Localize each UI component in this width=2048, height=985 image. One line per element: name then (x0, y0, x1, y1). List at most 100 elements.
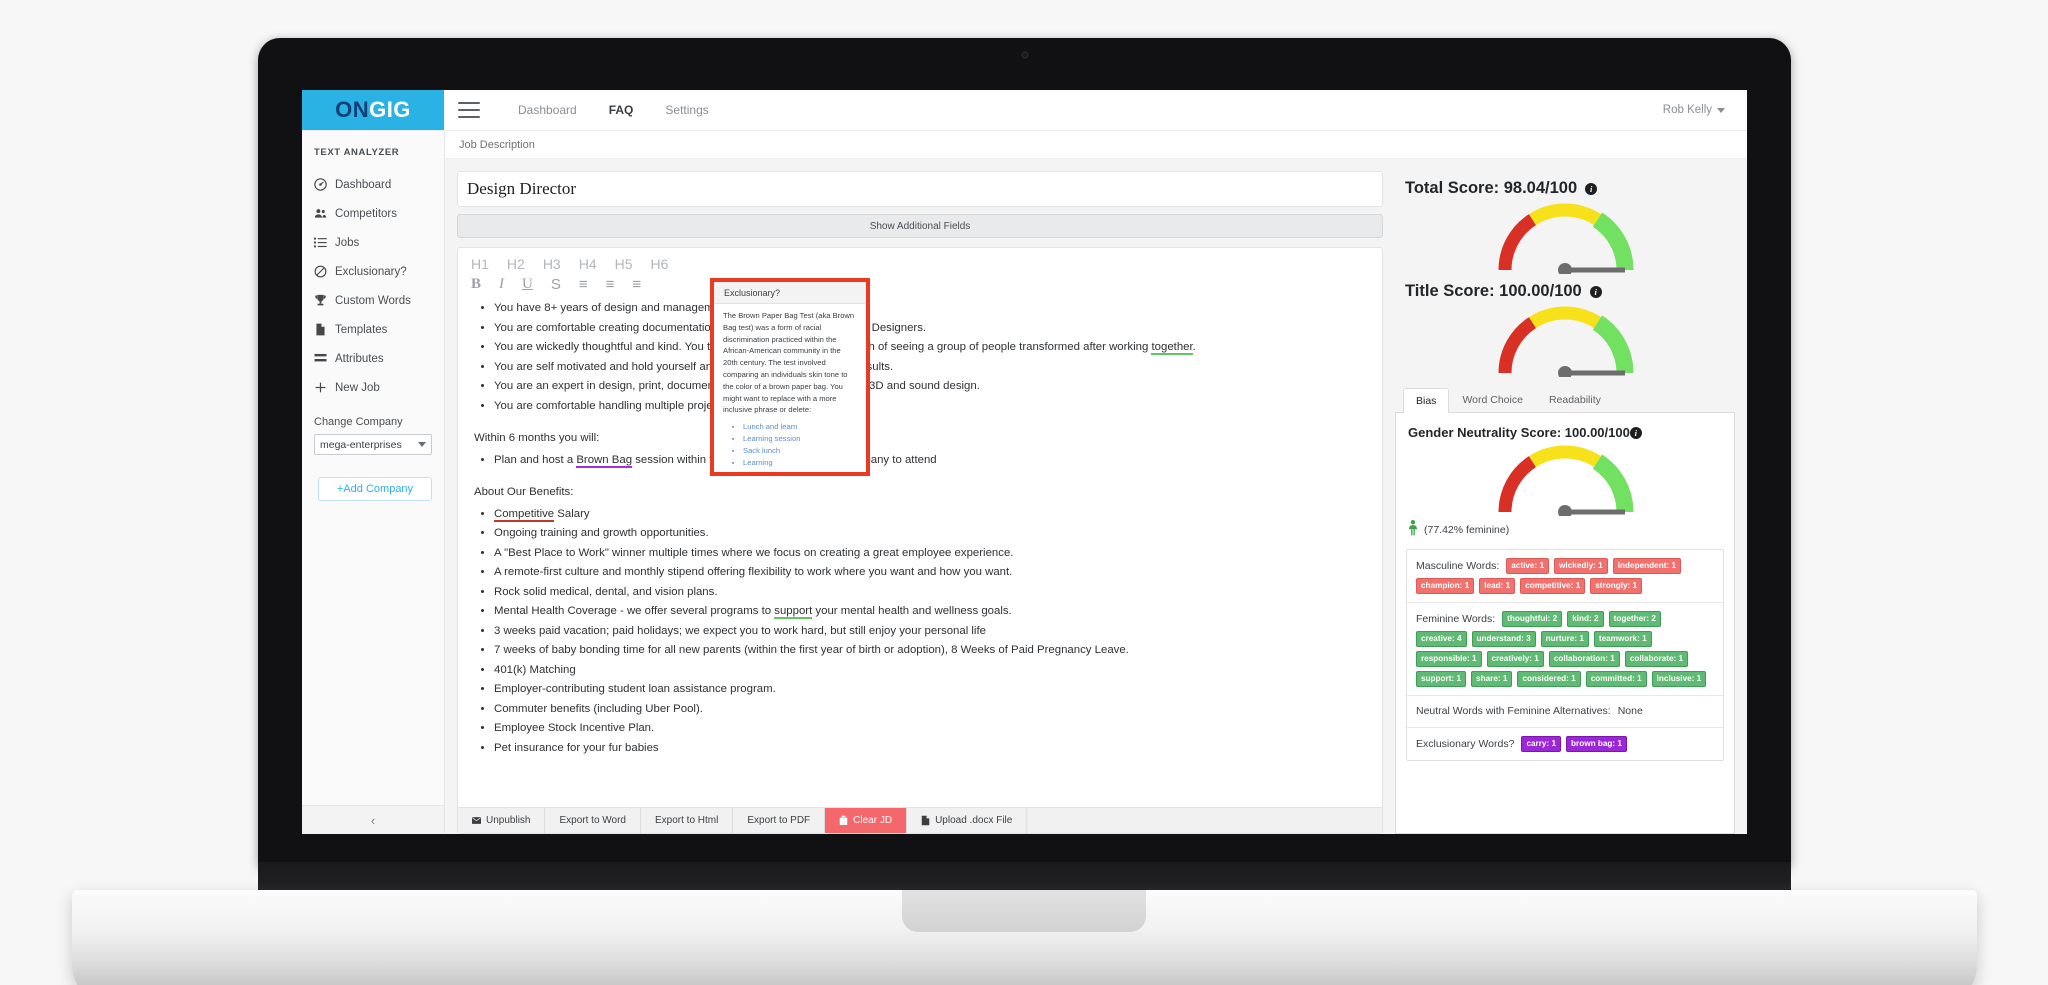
sidebar-item-competitors[interactable]: Competitors (302, 199, 444, 228)
highlighted-word-brown-bag[interactable]: Brown Bag (576, 453, 633, 468)
sidebar-item-jobs[interactable]: Jobs (302, 228, 444, 257)
company-select[interactable]: mega-enterprises (314, 434, 432, 455)
feminine-word-tag[interactable]: share: 1 (1471, 671, 1513, 687)
tooltip-suggestion[interactable]: Sack lunch (743, 445, 857, 457)
h6-button[interactable]: H6 (651, 256, 669, 272)
envelope-icon (472, 815, 481, 826)
h4-button[interactable]: H4 (579, 256, 597, 272)
align-left-button[interactable]: ≡ (579, 276, 588, 293)
highlighted-word-competitive[interactable]: Competitive (494, 507, 555, 522)
sidebar-item-custom-words[interactable]: Custom Words (302, 286, 444, 315)
align-right-button[interactable]: ≡ (632, 276, 641, 293)
topnav-item-dashboard[interactable]: Dashboard (502, 103, 593, 117)
sidebar-item-dashboard[interactable]: Dashboard (302, 170, 444, 199)
tooltip-suggestion[interactable]: Learning session (743, 433, 857, 445)
masculine-word-tag[interactable]: competitive: 1 (1520, 578, 1586, 594)
masculine-word-tag[interactable]: independent: 1 (1612, 558, 1681, 574)
feminine-word-tag[interactable]: committed: 1 (1585, 671, 1647, 687)
highlighted-word-together[interactable]: together (1151, 341, 1193, 355)
no-entry-icon (314, 265, 327, 278)
info-icon[interactable]: i (1585, 182, 1598, 195)
h3-button[interactable]: H3 (543, 256, 561, 272)
jd-editor: H1 H2 H3 H4 H5 H6 B I U S ≡ ≡ ≡ • You ha… (457, 247, 1383, 834)
total-score-label: Total Score: 98.04/100 (1405, 179, 1578, 197)
list-item: 3 weeks paid vacation; paid holidays; we… (494, 622, 1366, 642)
h1-button[interactable]: H1 (471, 256, 489, 272)
feminine-word-tag[interactable]: inclusive: 1 (1651, 671, 1707, 687)
feminine-word-tag[interactable]: support: 1 (1416, 671, 1467, 687)
feminine-words-section: Feminine Words: thoughtful: 2 kind: 2 to… (1407, 603, 1723, 696)
list-item: Pet insurance for your fur babies (494, 739, 1366, 759)
show-additional-fields-button[interactable]: Show Additional Fields (457, 214, 1383, 238)
total-score-gauge (1395, 200, 1735, 274)
feminine-word-tag[interactable]: understand: 3 (1471, 631, 1536, 647)
h5-button[interactable]: H5 (615, 256, 633, 272)
bold-button[interactable]: B (471, 276, 481, 293)
benefit-post: Salary (554, 507, 590, 520)
feminine-word-tag[interactable]: responsible: 1 (1416, 651, 1482, 667)
feminine-word-tag[interactable]: together: 2 (1608, 611, 1661, 627)
sidebar-item-exclusionary[interactable]: Exclusionary? (302, 257, 444, 286)
strikethrough-button[interactable]: S (551, 276, 561, 293)
bias-panel: Gender Neutrality Score: 100.00/100 i (7… (1395, 413, 1735, 834)
feminine-word-tag[interactable]: creative: 4 (1416, 631, 1467, 647)
tab-readability[interactable]: Readability (1536, 387, 1614, 412)
feminine-word-tag[interactable]: nurture: 1 (1540, 631, 1589, 647)
h2-button[interactable]: H2 (507, 256, 525, 272)
unpublish-button[interactable]: Unpublish (458, 808, 546, 833)
info-icon[interactable]: i (1629, 426, 1642, 439)
feminine-word-tag[interactable]: kind: 2 (1567, 611, 1604, 627)
highlighted-word-support[interactable]: support (774, 605, 813, 619)
italic-button[interactable]: I (499, 276, 504, 293)
feminine-word-tag[interactable]: creatively: 1 (1486, 651, 1544, 667)
list-item: You are comfortable creating documentati… (494, 319, 1366, 339)
laptop-bezel (258, 38, 1791, 68)
align-center-button[interactable]: ≡ (606, 276, 615, 293)
exclusionary-word-tag[interactable]: carry: 1 (1521, 736, 1562, 752)
clear-jd-button[interactable]: Clear JD (825, 808, 908, 833)
feminine-word-tag[interactable]: considered: 1 (1517, 671, 1581, 687)
upload-docx-button[interactable]: Upload .docx File (907, 808, 1028, 833)
title-score-gauge (1395, 303, 1735, 377)
masculine-words-label: Masculine Words: (1416, 559, 1500, 572)
tab-word-choice[interactable]: Word Choice (1449, 387, 1536, 412)
change-company-label: Change Company (314, 416, 403, 428)
feminine-percentage-row: (77.42% feminine) (1396, 516, 1734, 539)
export-to-html-button[interactable]: Export to Html (641, 808, 734, 833)
topnav-item-settings[interactable]: Settings (649, 103, 724, 117)
hamburger-menu-icon[interactable] (458, 102, 480, 118)
sidebar-item-new-job[interactable]: New Job (302, 373, 444, 402)
masculine-word-tag[interactable]: active: 1 (1506, 558, 1550, 574)
sidebar-item-attributes[interactable]: Attributes (302, 344, 444, 373)
feminine-word-tag[interactable]: teamwork: 1 (1593, 631, 1652, 647)
add-company-button[interactable]: +Add Company (318, 477, 432, 501)
jd-body-text[interactable]: You have 8+ years of design and manageme… (458, 299, 1382, 807)
feminine-word-tag[interactable]: thoughtful: 2 (1502, 611, 1563, 627)
breadcrumb: Job Description (445, 131, 1747, 159)
masculine-word-tag[interactable]: strongly: 1 (1590, 578, 1643, 594)
masculine-words-section: Masculine Words: active: 1 wickedly: 1 i… (1407, 550, 1723, 603)
feminine-word-tag[interactable]: collaborate: 1 (1624, 651, 1689, 667)
sidebar-item-templates[interactable]: Templates (302, 315, 444, 344)
exclusionary-word-tag[interactable]: brown bag: 1 (1566, 736, 1627, 752)
masculine-word-tag[interactable]: champion: 1 (1416, 578, 1475, 594)
list-item: Employer-contributing student loan assis… (494, 680, 1366, 700)
underline-button[interactable]: U (522, 276, 533, 293)
words-breakdown: Masculine Words: active: 1 wickedly: 1 i… (1406, 549, 1724, 761)
masculine-word-tag[interactable]: wickedly: 1 (1554, 558, 1608, 574)
masculine-word-tag[interactable]: lead: 1 (1479, 578, 1516, 594)
brand-logo[interactable]: ON GIG (302, 90, 444, 130)
tooltip-suggestion[interactable]: Learning (743, 457, 857, 469)
export-to-pdf-button[interactable]: Export to PDF (733, 808, 826, 833)
sidebar-collapse-button[interactable]: ‹ (302, 805, 444, 834)
exclusionary-words-section: Exclusionary Words? carry: 1 brown bag: … (1407, 728, 1723, 760)
tab-bias[interactable]: Bias (1403, 388, 1450, 413)
job-title-input[interactable]: Design Director (457, 171, 1383, 207)
export-to-word-button[interactable]: Export to Word (545, 808, 641, 833)
tooltip-suggestion[interactable]: Lunch and learn (743, 421, 857, 433)
topnav-item-faq[interactable]: FAQ (593, 103, 650, 117)
feminine-word-tag[interactable]: collaboration: 1 (1548, 651, 1620, 667)
user-menu[interactable]: Rob Kelly (1663, 104, 1747, 116)
info-icon[interactable]: i (1589, 285, 1602, 298)
